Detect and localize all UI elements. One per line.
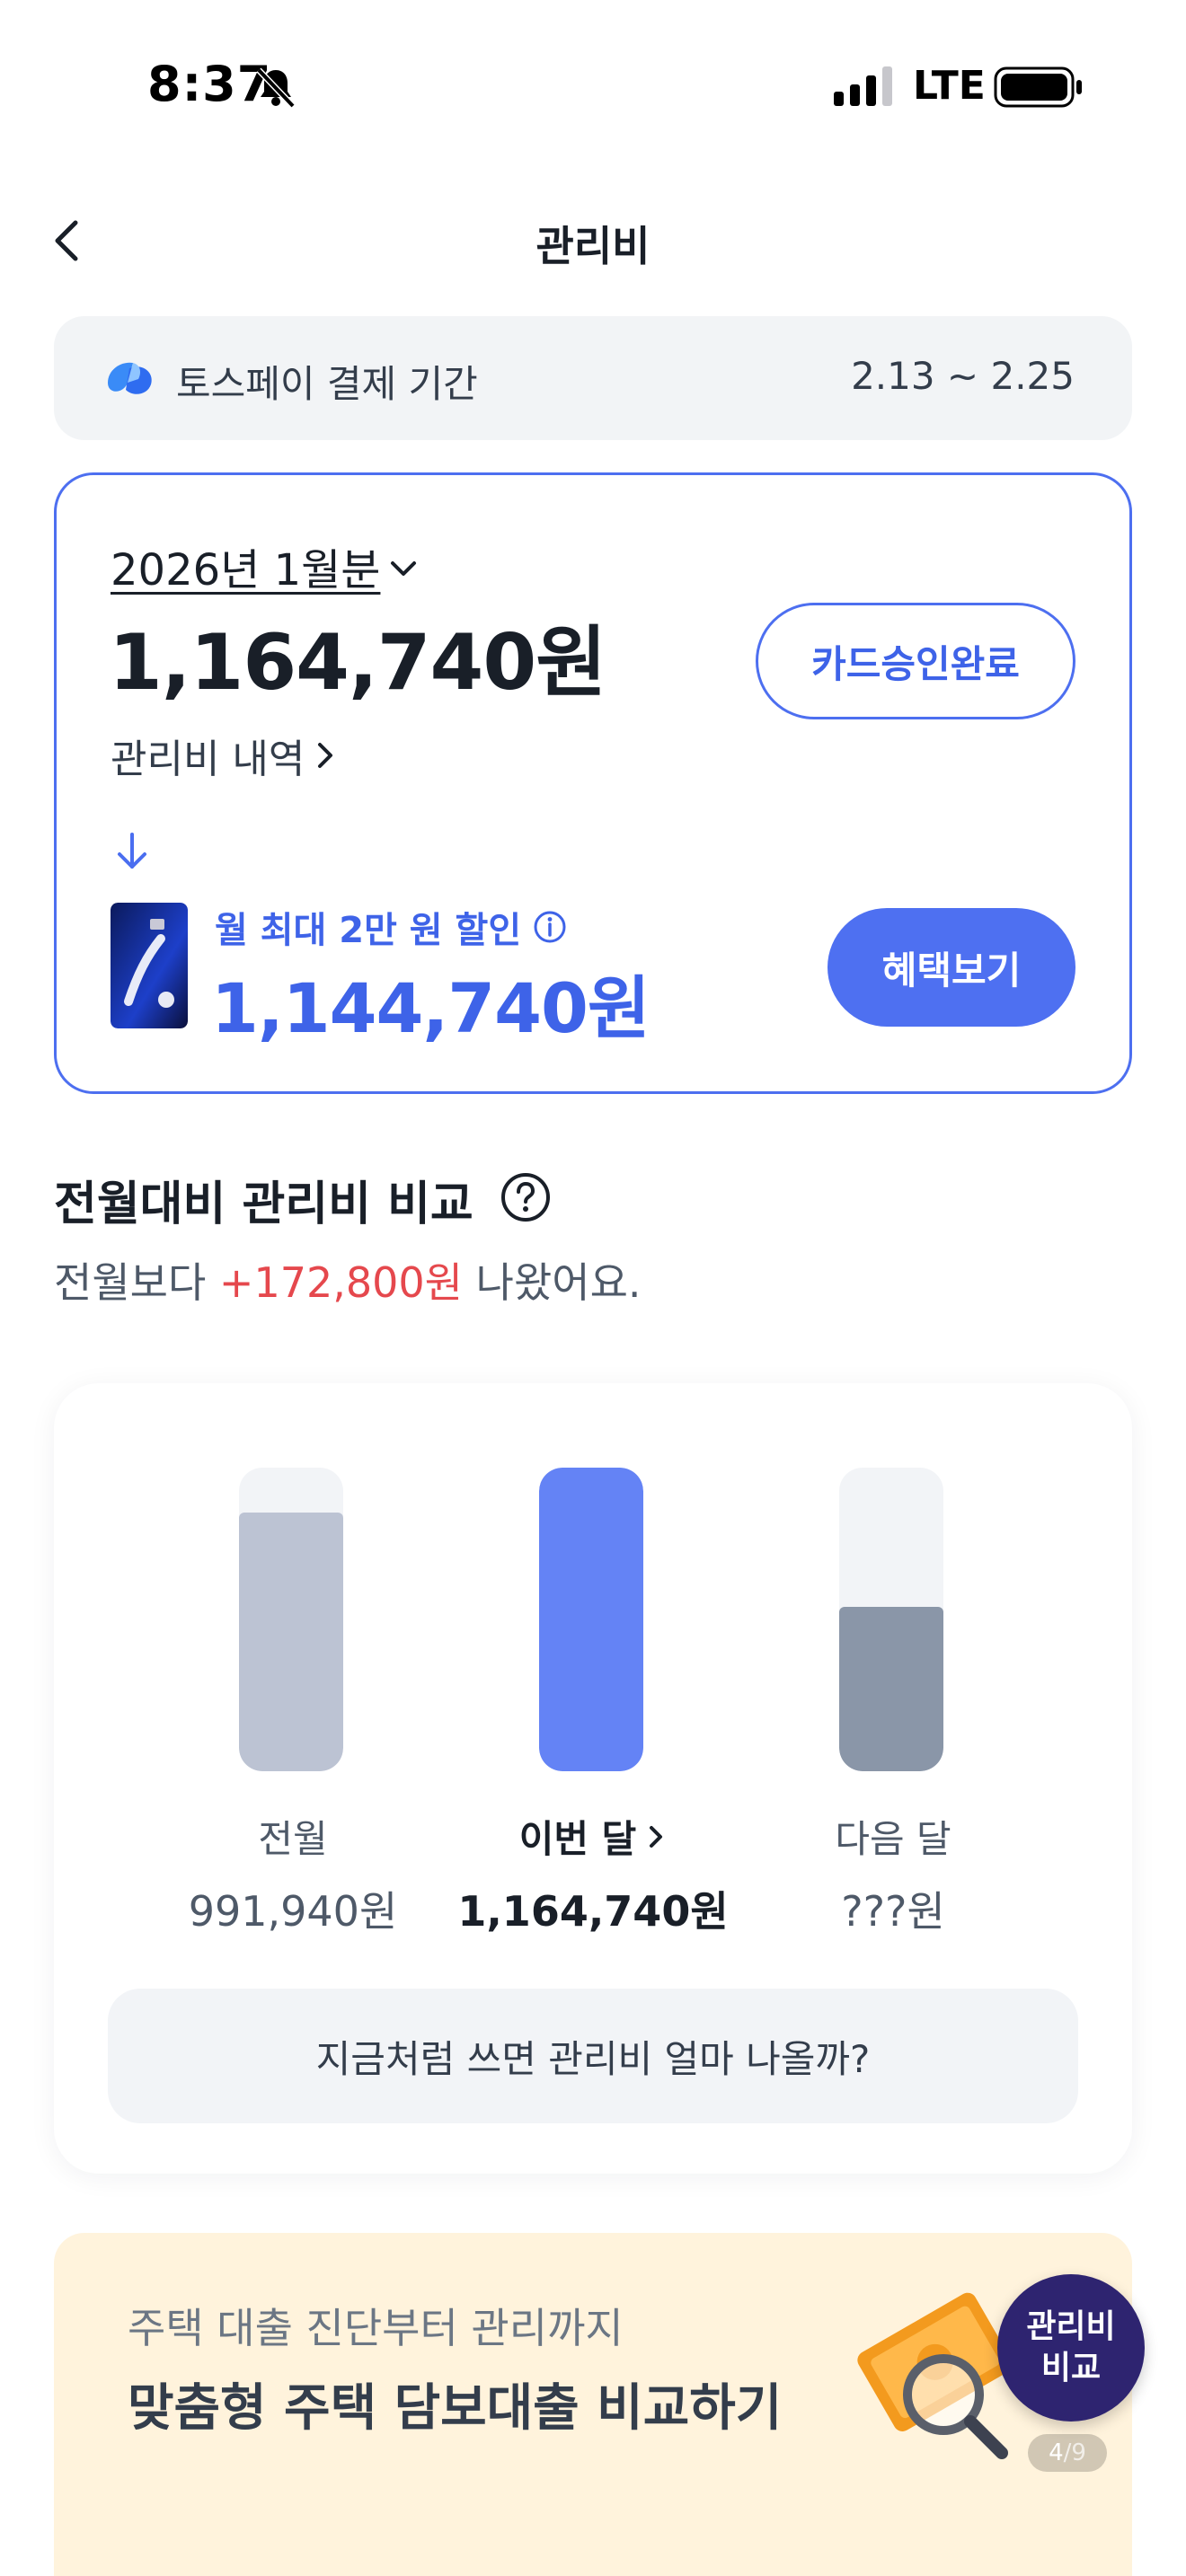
bar-label-text: 다음 달 [835,1817,951,1861]
bar-value-next: ???원 [841,1887,945,1936]
bill-detail-link[interactable]: 관리비 내역 [111,727,339,784]
month-selector[interactable]: 2026년 1월분 [111,534,420,597]
bar-track [539,1468,643,1771]
help-icon[interactable] [500,1171,552,1223]
view-benefits-button[interactable]: 혜택보기 [828,908,1075,1027]
bar-value-previous: 991,940원 [188,1887,398,1936]
pay-period-dates: 2.13 ~ 2.25 [851,354,1075,398]
view-benefits-label: 혜택보기 [881,948,1022,992]
tosspay-logo-icon [108,362,152,394]
month-label: 2026년 1월분 [111,545,381,595]
discount-label: 월 최대 2만 원 할인 [215,910,522,951]
comparison-chart-card: 전월 991,940원 이번 달 1,164,740원 다음 달 ???원 지금… [54,1383,1132,2174]
bar-current-month [539,1468,643,1771]
bar-next-month [839,1607,943,1771]
ad-title: 맞춤형 주택 담보대출 비교하기 [128,2379,783,2438]
bill-card: 2026년 1월분 1,164,740원 관리비 내역 카드승인완료 월 최대 … [54,472,1132,1094]
page-title: 관리비 [535,222,651,270]
chevron-down-icon [391,561,417,576]
discounted-amount: 1,144,740원 [211,968,651,1048]
status-bar: 8:37 LTE [0,0,1186,171]
floating-button-line1: 관리비 [1026,2308,1116,2345]
page-total: /9 [1063,2439,1086,2466]
bar-label-next: 다음 달 [758,1809,1028,1864]
chevron-right-icon [650,1825,663,1848]
info-icon[interactable] [532,909,568,945]
card-approved-button[interactable]: 카드승인완료 [756,603,1075,719]
floating-button-line2: 비교 [1040,2350,1102,2386]
bar-track [839,1468,943,1771]
bar-label-text: 전월 [258,1817,328,1861]
discount-line: 월 최대 2만 원 할인 [215,901,568,953]
card-approved-label: 카드승인완료 [811,641,1020,686]
bar-label-text: 이번 달 [518,1817,637,1861]
forecast-button[interactable]: 지금처럼 쓰면 관리비 얼마 나올까? [108,1989,1078,2123]
bill-detail-label: 관리비 내역 [111,737,305,782]
bell-off-icon [256,67,296,109]
pay-period-banner: 토스페이 결제 기간 2.13 ~ 2.25 [54,316,1132,440]
arrow-down-icon [118,833,146,869]
bar-value-current: 1,164,740원 [457,1887,729,1936]
page-current: 4 [1049,2439,1064,2466]
bill-amount: 1,164,740원 [109,618,606,708]
bar-label-previous: 전월 [158,1809,428,1864]
forecast-label: 지금처럼 쓰면 관리비 얼마 나올까? [315,2036,871,2081]
network-label: LTE [913,63,986,109]
battery-icon [994,66,1082,108]
ad-subtitle: 주택 대출 진단부터 관리까지 [128,2304,624,2352]
comparison-title: 전월대비 관리비 비교 [54,1178,474,1231]
bar-label-current[interactable]: 이번 달 [458,1809,728,1864]
summary-prefix: 전월보다 [54,1258,219,1307]
bar-previous-month [239,1513,343,1771]
signal-icon [834,66,892,106]
bar-track [239,1468,343,1771]
comparison-summary: 전월보다 +172,800원 나왔어요. [54,1250,642,1310]
summary-diff: +172,800원 [218,1258,463,1307]
chevron-right-icon [318,743,333,768]
pay-period-label: 토스페이 결제 기간 [176,362,478,406]
mortgage-ad-banner[interactable]: 주택 대출 진단부터 관리까지 맞춤형 주택 담보대출 비교하기 [54,2233,1132,2576]
floating-compare-button[interactable]: 관리비 비교 [997,2274,1145,2422]
page-indicator: 4/9 [1028,2434,1107,2472]
credit-card-image [111,903,188,1028]
summary-suffix: 나왔어요. [463,1258,642,1307]
